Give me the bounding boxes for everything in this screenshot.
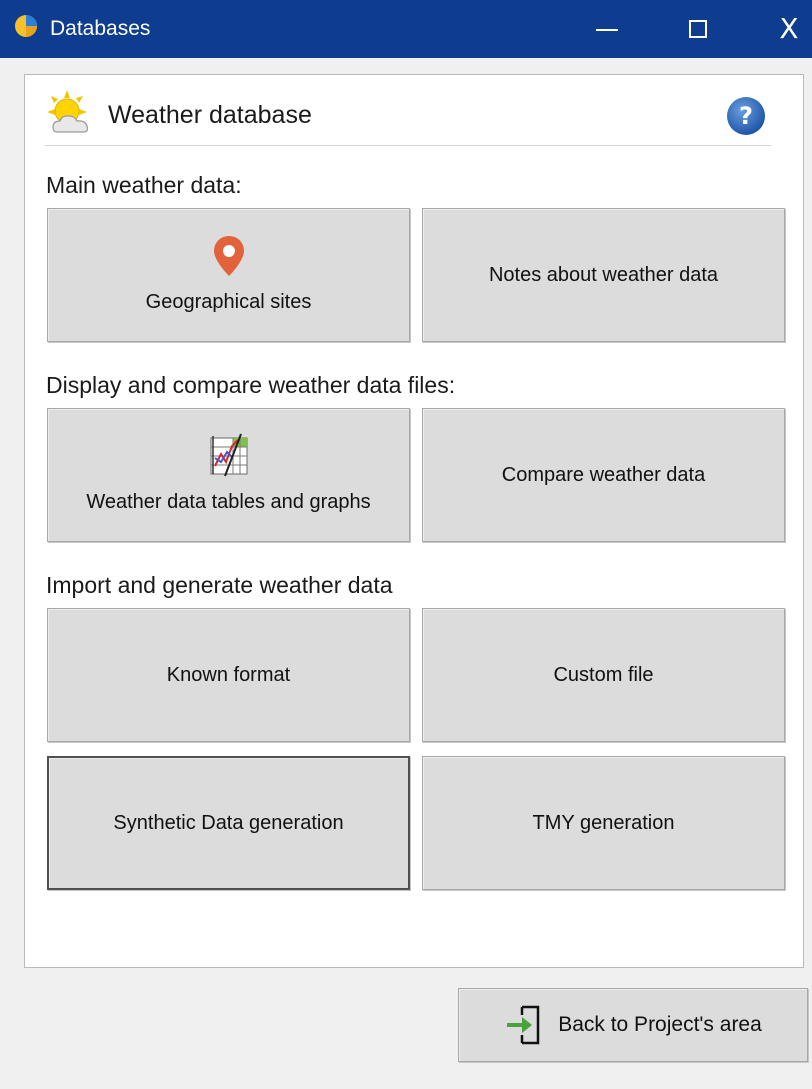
- tmy-generation-label: TMY generation: [532, 812, 675, 834]
- close-icon: X: [779, 12, 799, 45]
- geographical-sites-label: Geographical sites: [145, 291, 312, 313]
- section-main-label: Main weather data:: [46, 172, 242, 198]
- app-logo-icon: [15, 15, 37, 37]
- help-question-icon[interactable]: ?: [725, 95, 767, 137]
- section-import-label: Import and generate weather data: [46, 572, 393, 598]
- close-button[interactable]: X: [754, 0, 812, 58]
- synthetic-data-generation-label: Synthetic Data generation: [113, 812, 344, 834]
- geographical-sites-button[interactable]: Geographical sites: [47, 208, 410, 342]
- tmy-generation-button[interactable]: TMY generation: [422, 756, 785, 890]
- notes-weather-data-button[interactable]: Notes about weather data: [422, 208, 785, 342]
- custom-file-button[interactable]: Custom file: [422, 608, 785, 742]
- map-pin-icon: [213, 236, 244, 276]
- svg-text:?: ?: [739, 102, 753, 130]
- databases-window: Databases X Weather database ? Main weat…: [0, 0, 812, 1089]
- custom-file-label: Custom file: [553, 664, 654, 686]
- table-graph-icon: [210, 433, 247, 477]
- minimize-button[interactable]: [572, 0, 642, 58]
- notes-weather-data-label: Notes about weather data: [488, 264, 719, 286]
- compare-weather-data-label: Compare weather data: [501, 464, 706, 486]
- compare-weather-data-button[interactable]: Compare weather data: [422, 408, 785, 542]
- section-display-label: Display and compare weather data files:: [46, 372, 456, 398]
- weather-database-panel: Weather database ? Main weather data: Ge…: [24, 74, 804, 968]
- weather-tables-graphs-button[interactable]: Weather data tables and graphs: [47, 408, 410, 542]
- known-format-label: Known format: [166, 664, 291, 686]
- known-format-button[interactable]: Known format: [47, 608, 410, 742]
- weather-tables-graphs-label: Weather data tables and graphs: [86, 491, 371, 513]
- back-to-project-label: Back to Project's area: [558, 1013, 762, 1036]
- minimize-icon: [596, 29, 618, 31]
- back-to-project-button[interactable]: Back to Project's area: [458, 988, 808, 1062]
- window-title: Databases: [50, 17, 151, 40]
- panel-title: Weather database: [108, 101, 312, 129]
- maximize-button[interactable]: [663, 0, 733, 58]
- synthetic-data-generation-button[interactable]: Synthetic Data generation: [47, 756, 410, 890]
- exit-arrow-icon: [507, 1005, 540, 1045]
- panel-header: Weather database ?: [45, 87, 771, 146]
- maximize-icon: [689, 20, 707, 38]
- sun-cloud-icon: [47, 90, 89, 133]
- title-bar: Databases X: [0, 0, 812, 58]
